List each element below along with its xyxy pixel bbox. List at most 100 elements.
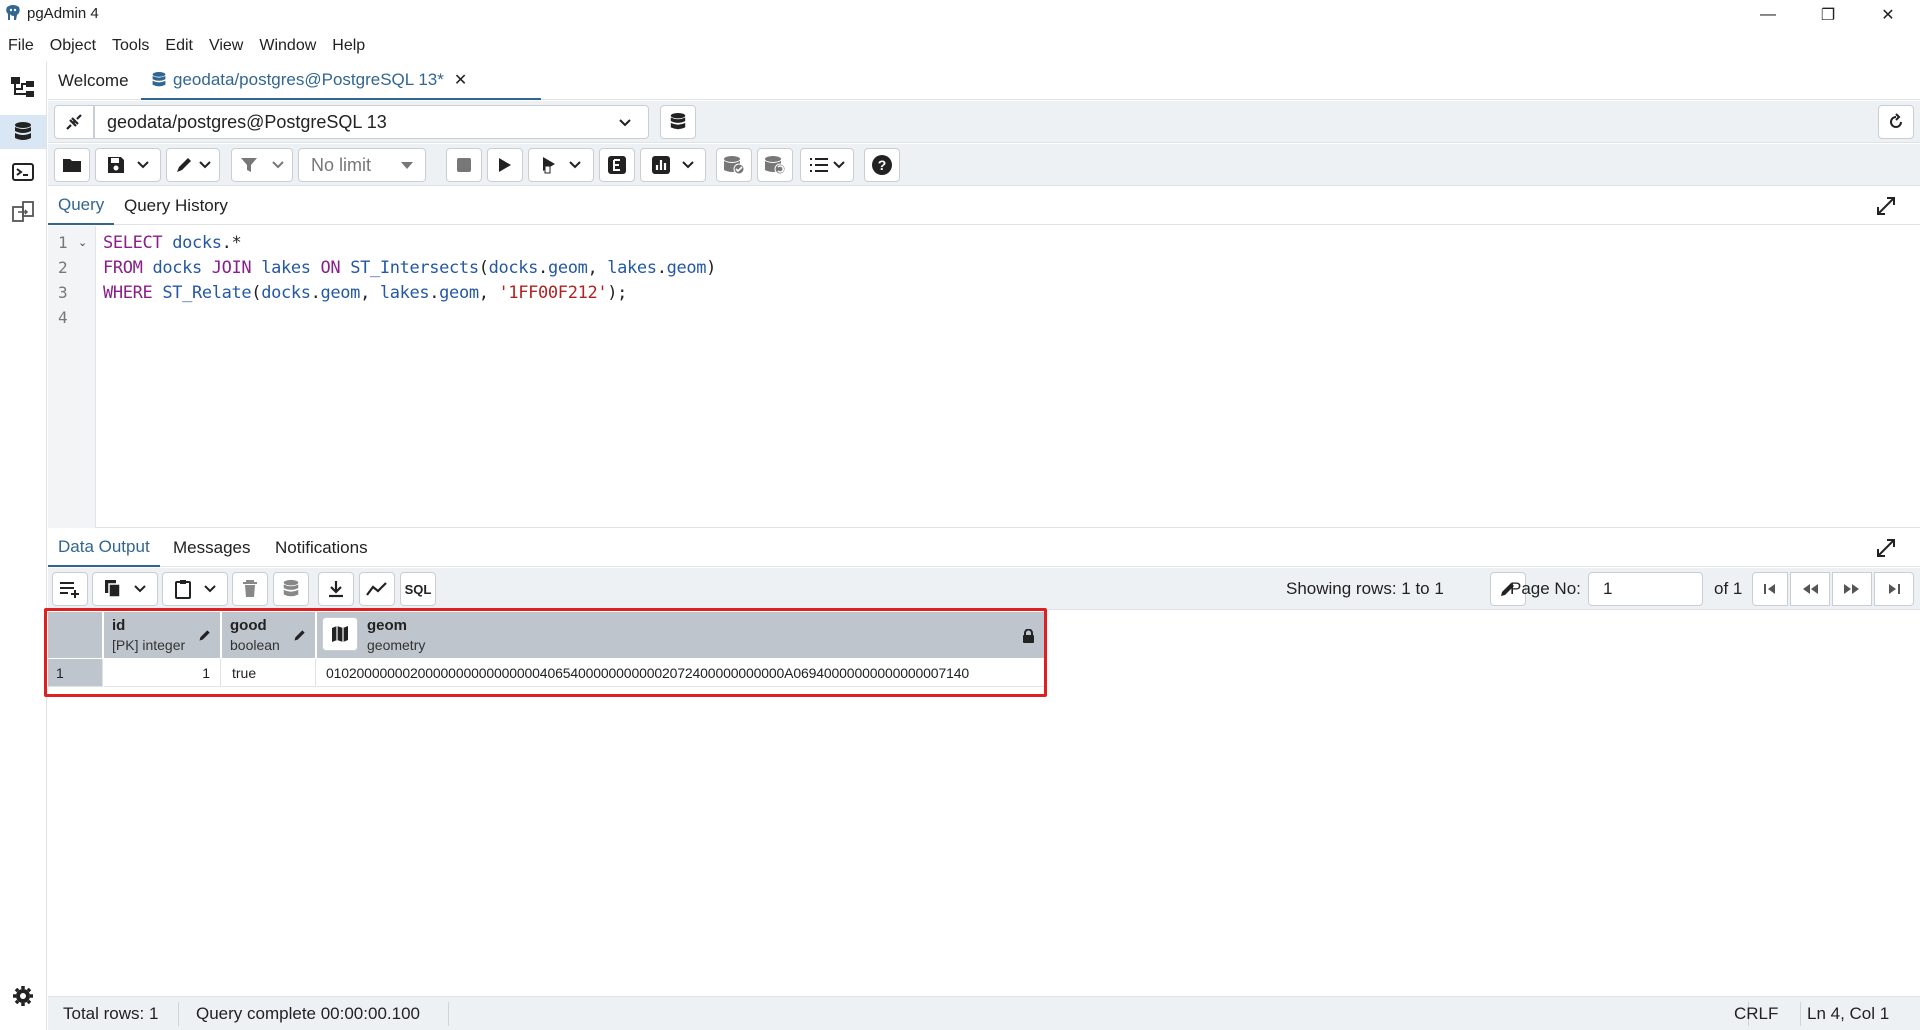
tab-notifications[interactable]: Notifications [265, 529, 378, 567]
main-tab-bar: Welcome geodata/postgres@PostgreSQL 13* … [48, 62, 1920, 100]
result-highlight-box [44, 608, 1047, 697]
object-explorer-icon [11, 77, 34, 97]
sql-editor[interactable]: 1 ⌄ 2 3 4 SELECT docks.* FROM docks JOIN… [48, 226, 1920, 528]
connection-bar: geodata/postgres@PostgreSQL 13 [48, 101, 1920, 143]
menu-window[interactable]: Window [251, 33, 324, 59]
restore-icon: ❐ [1820, 7, 1836, 24]
sql-button[interactable]: SQL [400, 572, 436, 606]
tab-query-tool-label: geodata/postgres@PostgreSQL 13* [173, 70, 444, 89]
last-page-icon [1889, 584, 1900, 594]
close-window-button[interactable]: ✕ [1860, 0, 1916, 30]
last-page-button[interactable] [1874, 572, 1914, 606]
delete-row-button[interactable] [232, 572, 268, 606]
menu-help[interactable]: Help [324, 33, 373, 59]
bar-chart-icon [652, 156, 670, 174]
svg-text:?: ? [878, 157, 887, 173]
chevron-down-icon [199, 161, 211, 169]
save-icon [108, 157, 124, 173]
previous-page-button[interactable] [1790, 572, 1830, 606]
fold-chevron-icon[interactable]: ⌄ [78, 236, 87, 249]
chevron-down-icon [569, 161, 581, 169]
app-title: pgAdmin 4 [27, 5, 99, 22]
tab-messages[interactable]: Messages [163, 529, 260, 567]
execute-script-icon [543, 157, 555, 174]
menu-tools[interactable]: Tools [104, 33, 157, 59]
download-button[interactable] [318, 572, 354, 606]
help-button[interactable]: ? [864, 148, 900, 182]
query-complete-text: Query complete 00:00:00.100 [196, 1004, 420, 1023]
execute-button[interactable] [487, 148, 523, 182]
code-line-2: FROM docks JOIN lakes ON ST_Intersects(d… [103, 258, 717, 278]
psql-tool-button[interactable] [6, 155, 40, 189]
page-no-label: Page No: [1510, 579, 1581, 598]
row-limit-select[interactable]: No limit [298, 148, 426, 182]
close-tab-icon[interactable]: ✕ [454, 70, 467, 90]
page-number-input[interactable]: 1 [1588, 572, 1703, 606]
filter-icon [241, 158, 257, 172]
line-chart-icon [366, 582, 387, 596]
tab-data-output[interactable]: Data Output [48, 529, 160, 567]
first-page-icon [1764, 584, 1775, 594]
database-save-icon [283, 579, 299, 597]
tab-welcome[interactable]: Welcome [48, 62, 139, 100]
commit-button[interactable] [716, 148, 752, 182]
menu-edit[interactable]: Edit [157, 33, 201, 59]
line-number: 4 [58, 308, 68, 327]
new-connection-button[interactable] [660, 105, 696, 139]
object-explorer-button[interactable] [6, 70, 40, 104]
query-tool-rail-button[interactable] [0, 115, 46, 149]
restore-button[interactable]: ❐ [1800, 0, 1856, 30]
save-data-button[interactable] [273, 572, 309, 606]
code-line-1: SELECT docks.* [103, 233, 242, 253]
connection-status-button[interactable] [54, 105, 94, 139]
next-page-button[interactable] [1832, 572, 1872, 606]
expand-icon[interactable] [1876, 538, 1896, 558]
edit-button[interactable] [166, 148, 220, 182]
graph-visualiser-button[interactable] [359, 572, 395, 606]
trash-icon [243, 580, 257, 597]
connection-select[interactable]: geodata/postgres@PostgreSQL 13 [94, 105, 649, 139]
folder-icon [63, 159, 81, 172]
refresh-icon [1890, 113, 1902, 128]
stop-button[interactable] [446, 148, 482, 182]
cursor-position-text: Ln 4, Col 1 [1807, 1004, 1890, 1023]
line-number: 2 [58, 258, 68, 277]
tab-query-tool[interactable]: geodata/postgres@PostgreSQL 13* ✕ [141, 62, 541, 100]
explain-icon [608, 156, 626, 174]
chevron-down-icon [137, 161, 149, 169]
fast-forward-icon [1844, 584, 1859, 594]
rewind-icon [1803, 584, 1818, 594]
menu-view[interactable]: View [201, 33, 251, 59]
tab-welcome-label: Welcome [58, 71, 129, 90]
row-limit-value: No limit [311, 154, 372, 175]
settings-button[interactable] [6, 979, 40, 1013]
paste-button[interactable] [162, 572, 228, 606]
save-file-button[interactable] [95, 148, 161, 182]
refresh-button[interactable] [1878, 105, 1914, 139]
title-bar: pgAdmin 4 — ❐ ✕ [0, 0, 1920, 30]
explain-analyze-button[interactable] [640, 148, 706, 182]
tab-query[interactable]: Query [48, 187, 115, 225]
database-icon [152, 72, 166, 87]
database-rollback-icon [765, 156, 786, 175]
rollback-button[interactable] [757, 148, 793, 182]
first-page-button[interactable] [1752, 572, 1788, 606]
sql-icon: SQL [405, 582, 432, 597]
tab-query-history[interactable]: Query History [114, 187, 238, 225]
chevron-down-icon [272, 161, 284, 169]
copy-button[interactable] [92, 572, 158, 606]
macros-button[interactable] [800, 148, 854, 182]
add-row-button[interactable] [52, 572, 88, 606]
query-toolbar: No limit ? [48, 144, 1920, 186]
explain-button[interactable] [599, 148, 635, 182]
line-number: 1 [58, 233, 68, 252]
open-file-button[interactable] [54, 148, 90, 182]
minimize-button[interactable]: — [1740, 0, 1796, 30]
menu-file[interactable]: File [0, 33, 42, 59]
menu-object[interactable]: Object [42, 33, 104, 59]
pgadmin-logo-icon [6, 5, 20, 20]
filter-button[interactable] [231, 148, 293, 182]
schema-diff-button[interactable] [6, 195, 40, 229]
expand-icon[interactable] [1876, 196, 1896, 216]
execute-options-button[interactable] [528, 148, 594, 182]
